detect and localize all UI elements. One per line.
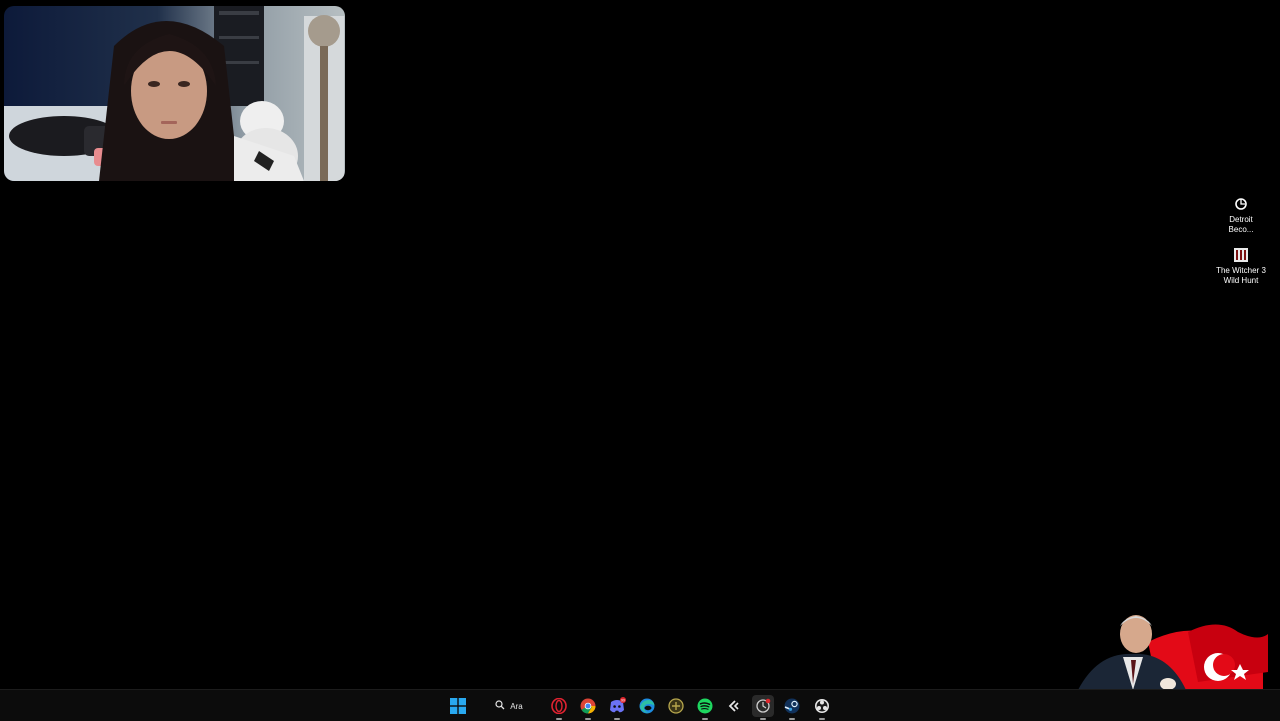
taskbar: Ara 99 — [0, 689, 1280, 721]
edge-icon[interactable] — [636, 695, 658, 717]
obs-icon[interactable] — [811, 695, 833, 720]
desktop-icon-witcher-3[interactable]: The Witcher 3 Wild Hunt — [1212, 247, 1270, 286]
taskbar-search-button[interactable]: Ara — [476, 695, 542, 717]
search-icon — [495, 700, 505, 712]
witcher-3-icon — [1233, 247, 1249, 263]
windows-start-icon[interactable] — [447, 695, 469, 717]
steam-icon[interactable] — [781, 695, 803, 720]
logitech-ghub-icon[interactable] — [723, 695, 745, 717]
recording-app-icon[interactable] — [752, 695, 774, 720]
discord-icon[interactable]: 99 — [606, 695, 628, 720]
webcam-feed — [4, 6, 345, 181]
opera-gx-icon[interactable] — [548, 695, 570, 720]
flag-portrait-overlay — [1068, 612, 1280, 690]
spotify-icon[interactable] — [694, 695, 716, 720]
search-label: Ara — [510, 701, 523, 711]
chrome-icon[interactable] — [577, 695, 599, 720]
game-app-icon[interactable] — [665, 695, 687, 717]
desktop-icon-detroit[interactable]: Detroit Beco... — [1212, 196, 1270, 235]
svg-text:99: 99 — [621, 698, 625, 702]
detroit-become-human-icon — [1233, 196, 1249, 212]
desktop-icons: Detroit Beco... The Witcher 3 Wild Hunt — [1212, 196, 1270, 298]
desktop-icon-label: The Witcher 3 Wild Hunt — [1216, 266, 1266, 285]
desktop-icon-label: Detroit Beco... — [1228, 215, 1254, 234]
